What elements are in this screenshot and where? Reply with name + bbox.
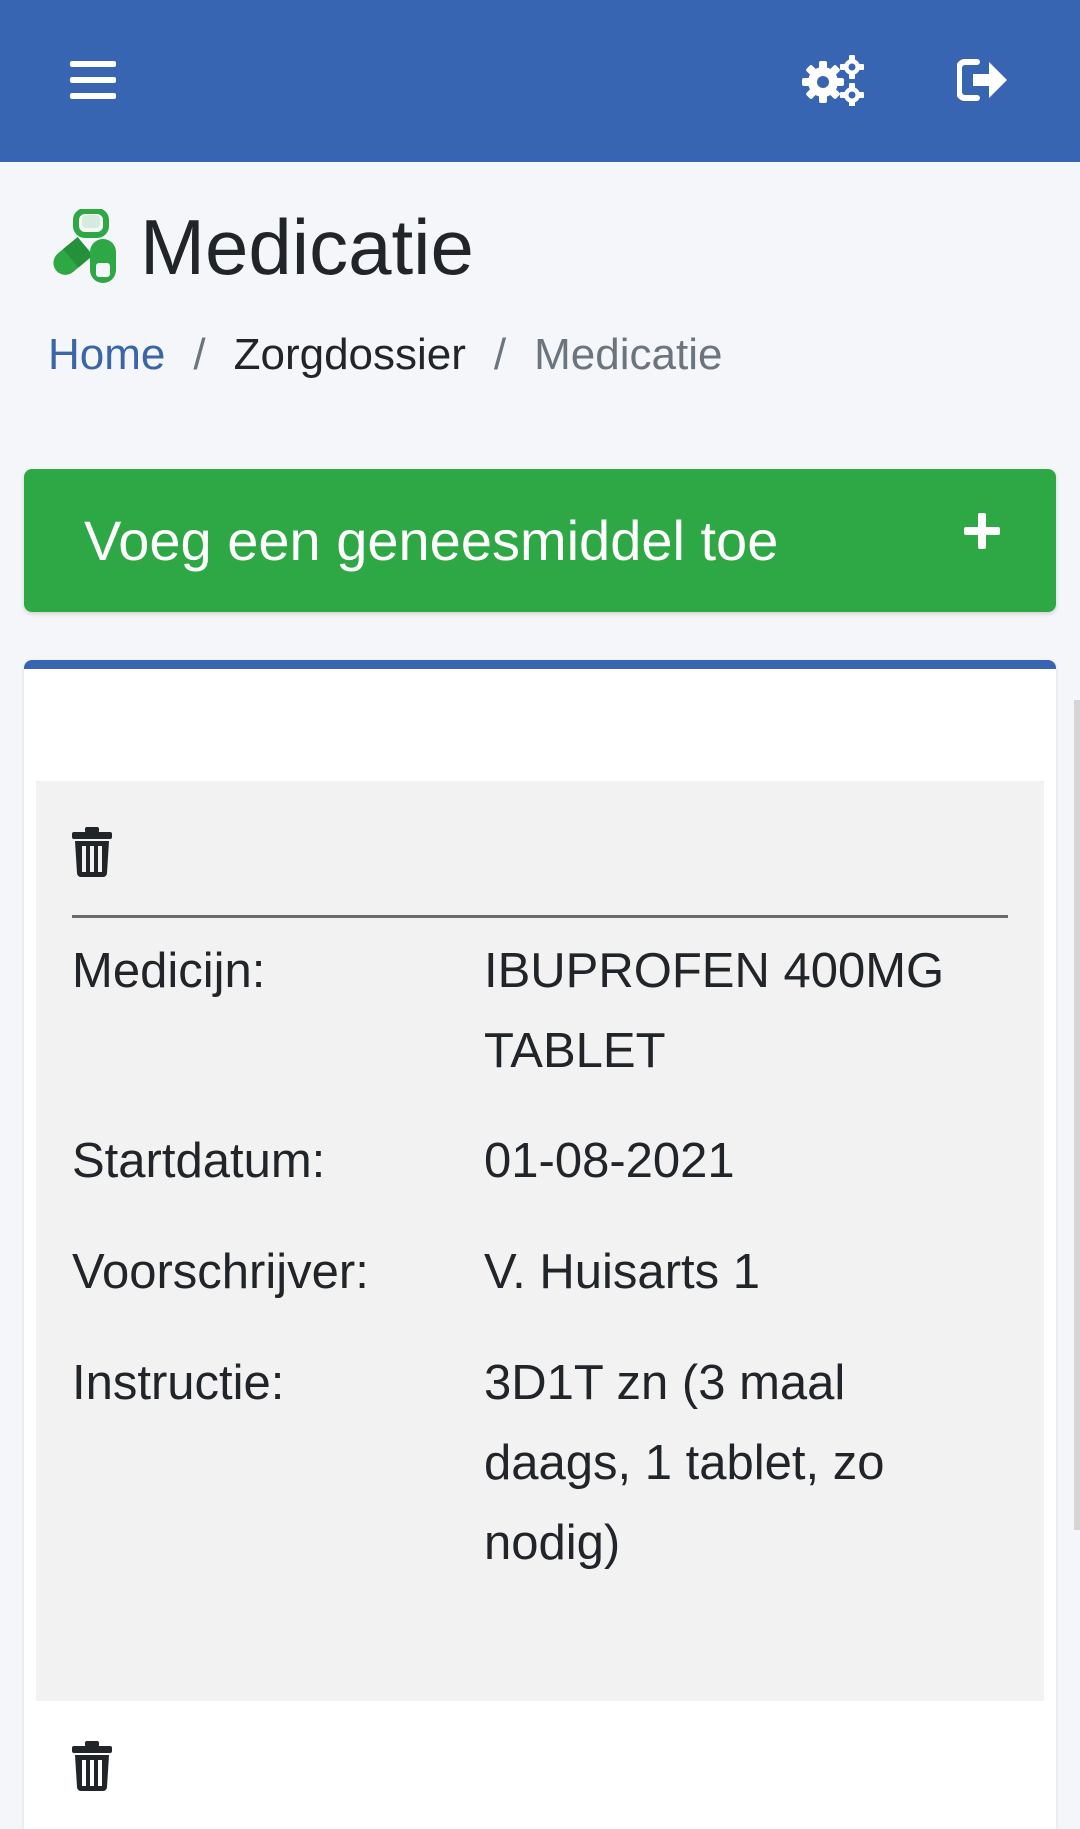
- field-value: IBUPROFEN 400MG TABLET: [484, 944, 945, 1078]
- add-medication-label: Voeg een geneesmiddel toe: [84, 509, 779, 572]
- field-value: 01-08-2021: [484, 1134, 735, 1188]
- top-navbar: [0, 0, 1080, 162]
- field-label: Medicijn:: [72, 944, 266, 998]
- settings-button[interactable]: [794, 40, 874, 120]
- logout-button[interactable]: [943, 40, 1023, 120]
- medication-entry: Medicijn: IBUPROFEN 400MG TABLET Startda…: [36, 781, 1044, 1701]
- page-title: Medicatie: [140, 203, 474, 291]
- entry-divider: [72, 915, 1008, 918]
- add-medication-button[interactable]: Voeg een geneesmiddel toe: [24, 469, 1056, 612]
- field-label: Startdatum:: [72, 1134, 326, 1188]
- breadcrumb-home-link[interactable]: Home: [48, 330, 165, 380]
- field-value: V. Huisarts 1: [484, 1245, 760, 1299]
- gears-icon: [802, 55, 864, 106]
- field-label: Voorschrijver:: [72, 1245, 369, 1299]
- trash-icon: [72, 1741, 112, 1791]
- medication-card: Medicijn: IBUPROFEN 400MG TABLET Startda…: [24, 660, 1056, 1829]
- field-label: Instructie:: [72, 1356, 285, 1410]
- breadcrumb-zorgdossier[interactable]: Zorgdossier: [234, 330, 466, 380]
- breadcrumb-separator: /: [193, 330, 206, 379]
- field-value: 3D1T zn (3 maal daags, 1 tablet, zo nodi…: [484, 1356, 885, 1570]
- delete-medication-button[interactable]: [72, 1741, 112, 1796]
- sign-out-icon: [957, 59, 1007, 101]
- pills-icon: [53, 209, 116, 283]
- breadcrumb-separator: /: [493, 330, 507, 379]
- trash-icon: [72, 827, 112, 877]
- menu-button[interactable]: [53, 40, 133, 120]
- delete-medication-button[interactable]: [72, 827, 112, 882]
- breadcrumb: Home / Zorgdossier / Medicatie: [48, 330, 722, 380]
- page-header: Medicatie: [48, 208, 474, 286]
- hamburger-menu-icon: [70, 61, 116, 99]
- scrollbar[interactable]: [1074, 700, 1080, 1530]
- breadcrumb-current: Medicatie: [534, 330, 723, 379]
- plus-icon: [964, 513, 1000, 549]
